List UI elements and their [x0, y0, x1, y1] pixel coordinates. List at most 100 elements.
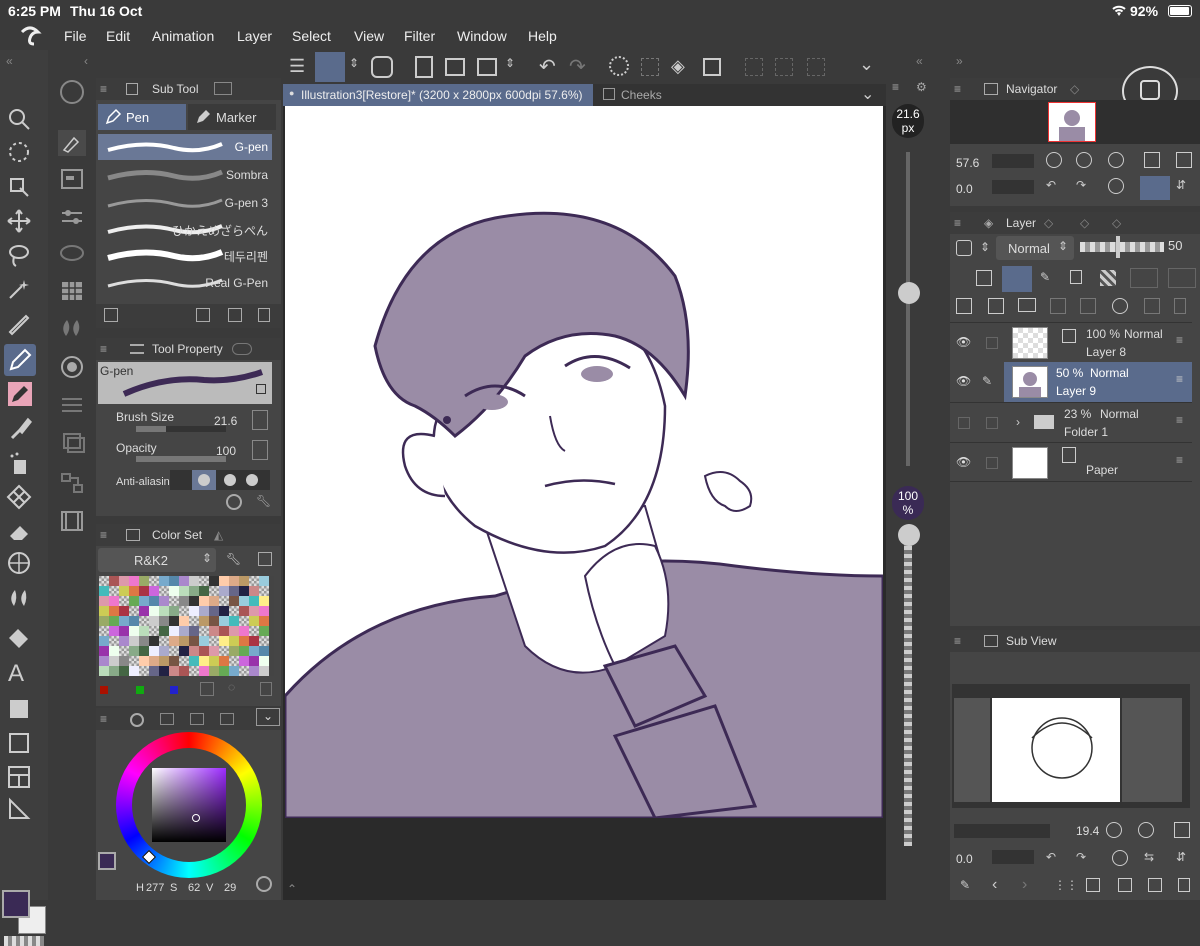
app-icon[interactable] — [371, 56, 393, 78]
color-swatch[interactable] — [139, 576, 149, 586]
trash-icon[interactable] — [1178, 878, 1190, 892]
color-swatch[interactable] — [209, 586, 219, 596]
color-swatch[interactable] — [239, 636, 249, 646]
color-swatch[interactable] — [109, 626, 119, 636]
color-swatch[interactable] — [99, 636, 109, 646]
color-swatch[interactable] — [199, 586, 209, 596]
chevron-right-icon[interactable]: › — [1016, 415, 1020, 429]
chevron-down-icon[interactable]: ⌄ — [859, 54, 874, 75]
color-swatch[interactable] — [149, 646, 159, 656]
liquify-icon[interactable] — [6, 584, 32, 613]
main-color-mini[interactable] — [98, 852, 116, 870]
fill-bucket-icon[interactable]: ◈ — [671, 56, 685, 77]
brush-preview-tab-icon[interactable] — [232, 343, 252, 355]
drops-icon[interactable] — [58, 314, 86, 343]
color-swatch[interactable] — [219, 626, 229, 636]
select-none-icon[interactable] — [745, 58, 763, 76]
color-swatch[interactable] — [239, 596, 249, 606]
color-swatch[interactable] — [169, 656, 179, 666]
menu-view[interactable]: View — [354, 28, 384, 44]
color-swatch[interactable] — [229, 656, 239, 666]
color-swatch[interactable] — [179, 646, 189, 656]
fit-screen-icon[interactable] — [1108, 152, 1124, 168]
history-tab-icon[interactable] — [220, 713, 234, 725]
camera-icon[interactable] — [1118, 878, 1132, 892]
blend-mode-dropdown[interactable]: Normal ⇕ — [996, 236, 1074, 260]
color-swatch[interactable] — [99, 616, 109, 626]
color-swatch[interactable] — [249, 596, 259, 606]
color-swatch[interactable] — [259, 646, 269, 656]
color-swatch[interactable] — [109, 616, 119, 626]
color-swatch[interactable] — [219, 656, 229, 666]
color-swatch[interactable] — [209, 606, 219, 616]
menu-icon[interactable]: ≡ — [954, 216, 961, 230]
color-swatch[interactable] — [139, 586, 149, 596]
color-swatch[interactable] — [199, 626, 209, 636]
new-folder-icon[interactable] — [1018, 298, 1036, 312]
menu-layer[interactable]: Layer — [237, 28, 272, 44]
color-swatch[interactable] — [219, 636, 229, 646]
layer-row-selected[interactable]: 50 % Normal Layer 9 ≡ — [1004, 362, 1192, 402]
lasso-select-icon[interactable] — [6, 140, 32, 169]
trash-icon[interactable] — [260, 682, 272, 696]
zoom-out-icon[interactable] — [1046, 152, 1062, 168]
color-swatch[interactable] — [169, 636, 179, 646]
color-swatch[interactable] — [249, 636, 259, 646]
color-swatch[interactable] — [229, 626, 239, 636]
color-swatch[interactable] — [249, 656, 259, 666]
color-swatch[interactable] — [119, 586, 129, 596]
color-swatch[interactable] — [129, 666, 139, 676]
color-swatch[interactable] — [219, 666, 229, 676]
gradient-tool-icon[interactable] — [6, 696, 32, 725]
eye-visible-icon[interactable]: 👁︎ — [956, 374, 971, 388]
color-swatch[interactable] — [229, 646, 239, 656]
color-swatch[interactable] — [249, 606, 259, 616]
edit-icon[interactable] — [1148, 878, 1162, 892]
trash-icon[interactable] — [258, 308, 270, 322]
menu-window[interactable]: Window — [457, 28, 507, 44]
color-swatch[interactable] — [169, 586, 179, 596]
fit-window-icon[interactable] — [1176, 152, 1192, 168]
collapse-left-icon[interactable]: ‹ — [84, 54, 88, 68]
subtool-palette-icon[interactable] — [58, 130, 86, 156]
color-set-title[interactable]: Color Set — [152, 528, 202, 542]
color-swatch[interactable] — [99, 656, 109, 666]
color-swatch[interactable] — [179, 596, 189, 606]
ruler-icon[interactable] — [1168, 268, 1196, 288]
brush-row-outline[interactable]: 테두리펜 — [98, 242, 272, 268]
color-swatch[interactable] — [189, 636, 199, 646]
color-swatch[interactable] — [139, 636, 149, 646]
color-swatch[interactable] — [209, 646, 219, 656]
lasso-icon[interactable] — [6, 242, 32, 271]
color-swatch[interactable] — [119, 576, 129, 586]
color-swatch[interactable] — [259, 586, 269, 596]
fill-tool-icon[interactable] — [6, 626, 32, 655]
expand-right-icon[interactable]: « — [916, 54, 923, 68]
canvas-artwork[interactable] — [283, 106, 885, 820]
color-swatch[interactable] — [149, 586, 159, 596]
color-swatch[interactable] — [99, 606, 109, 616]
color-swatch[interactable] — [239, 576, 249, 586]
link-icon[interactable] — [58, 240, 86, 269]
color-swatch[interactable] — [179, 626, 189, 636]
color-swatch[interactable] — [129, 656, 139, 666]
color-swatch[interactable] — [189, 576, 199, 586]
brush-size-knob[interactable] — [898, 282, 920, 304]
grid-palette-icon[interactable] — [58, 278, 86, 307]
color-swatch[interactable] — [229, 596, 239, 606]
menu-file[interactable]: File — [64, 28, 87, 44]
tab-pen[interactable]: Pen — [98, 104, 186, 130]
tool-property-title[interactable]: Tool Property — [152, 342, 223, 356]
chevron-up-icon[interactable]: ⌃ — [287, 882, 297, 896]
color-swatch[interactable] — [219, 596, 229, 606]
drag-handle-icon[interactable]: ≡ — [1176, 333, 1183, 347]
menu-icon[interactable]: ≡ — [100, 528, 107, 542]
color-swatch[interactable] — [239, 646, 249, 656]
layer-mask-icon[interactable] — [1112, 298, 1128, 314]
color-swatch[interactable] — [109, 576, 119, 586]
clip-layer-icon[interactable] — [976, 270, 992, 286]
chevron-updown-icon[interactable]: ⇕ — [980, 240, 990, 254]
color-swatch[interactable] — [259, 576, 269, 586]
actual-size-icon[interactable] — [1144, 152, 1160, 168]
zoom-in-icon[interactable] — [1138, 822, 1154, 838]
